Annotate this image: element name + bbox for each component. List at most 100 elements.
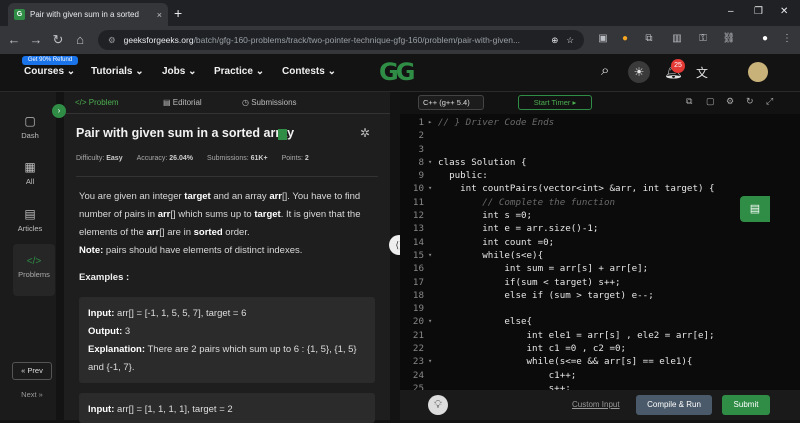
rail-item-all[interactable]: ▦ All bbox=[10, 160, 50, 186]
nav-contests[interactable]: Contests ⌄ bbox=[282, 66, 336, 77]
code-line[interactable]: 21 int ele1 = arr[s] , ele2 = arr[e]; bbox=[404, 329, 800, 342]
fold-arrow-icon[interactable] bbox=[428, 262, 438, 275]
extensions-puzzle-icon[interactable]: ⧉ bbox=[642, 33, 656, 44]
back-icon[interactable]: ← bbox=[6, 32, 22, 47]
tab-problem[interactable]: </> Problem bbox=[75, 98, 119, 107]
rail-item-articles[interactable]: ▤ Articles bbox=[10, 207, 50, 233]
code-line[interactable]: 1 ▸// } Driver Code Ends bbox=[404, 116, 800, 129]
fold-arrow-icon[interactable] bbox=[428, 129, 438, 142]
report-bug-icon[interactable]: ✲ bbox=[360, 126, 370, 140]
nav-tutorials[interactable]: Tutorials ⌄ bbox=[91, 66, 144, 77]
home-icon[interactable]: ⌂ bbox=[72, 32, 88, 47]
fold-arrow-icon[interactable] bbox=[428, 329, 438, 342]
fold-arrow-icon[interactable] bbox=[428, 209, 438, 222]
search-icon[interactable]: ⌕ bbox=[601, 62, 609, 79]
code-line[interactable]: 24 c1++; bbox=[404, 369, 800, 382]
translate-icon[interactable]: 文 bbox=[696, 64, 708, 81]
code-line[interactable]: 18 else if (sum > target) e--; bbox=[404, 289, 800, 302]
fold-arrow-icon[interactable]: ▾ bbox=[428, 249, 438, 262]
tab-close-icon[interactable]: × bbox=[157, 10, 162, 20]
code-line[interactable]: 20 ▾ else{ bbox=[404, 315, 800, 328]
maximize-button[interactable]: ❐ bbox=[754, 6, 763, 17]
code-line[interactable]: 10 ▾ int countPairs(vector<int> &arr, int… bbox=[404, 182, 800, 195]
refresh-icon[interactable]: ↻ bbox=[746, 96, 754, 107]
fold-arrow-icon[interactable]: ▾ bbox=[428, 182, 438, 195]
extension-icon[interactable]: ● bbox=[618, 33, 632, 44]
submit-button[interactable]: Submit bbox=[722, 395, 770, 415]
theme-toggle-icon[interactable]: ☀ bbox=[628, 61, 650, 83]
template-icon[interactable]: ▢ bbox=[706, 96, 715, 107]
sidebar-icon[interactable]: ▥ bbox=[670, 33, 684, 44]
fold-arrow-icon[interactable] bbox=[428, 382, 438, 390]
fold-arrow-icon[interactable] bbox=[428, 302, 438, 315]
new-tab-button[interactable]: + bbox=[174, 5, 182, 21]
copy-icon[interactable]: ⧉ bbox=[686, 96, 692, 107]
code-line[interactable]: 15 ▾ while(s<e){ bbox=[404, 249, 800, 262]
code-area[interactable]: 1 ▸// } Driver Code Ends 2 3 8 ▾ class Solutio… bbox=[404, 116, 800, 390]
fold-arrow-icon[interactable] bbox=[428, 169, 438, 182]
fold-arrow-icon[interactable] bbox=[428, 143, 438, 156]
code-line[interactable]: 16 int sum = arr[s] + arr[e]; bbox=[404, 262, 800, 275]
custom-input-link[interactable]: Custom Input bbox=[572, 400, 620, 409]
hint-bulb-icon[interactable]: 💡︎ bbox=[428, 395, 448, 415]
password-key-icon[interactable]: ⚿ bbox=[696, 33, 710, 44]
browser-tab[interactable]: G Pair with given sum in a sorted × bbox=[8, 3, 168, 26]
reload-icon[interactable]: ↻ bbox=[50, 32, 66, 48]
promo-badge[interactable]: Get 90% Refund bbox=[22, 56, 78, 65]
minimize-button[interactable]: – bbox=[728, 6, 734, 17]
avatar[interactable] bbox=[748, 62, 768, 82]
code-line[interactable]: 9 public: bbox=[404, 169, 800, 182]
nav-jobs[interactable]: Jobs ⌄ bbox=[162, 66, 197, 77]
fold-arrow-icon[interactable] bbox=[428, 276, 438, 289]
code-line[interactable]: 19 bbox=[404, 302, 800, 315]
prev-button[interactable]: « Prev bbox=[12, 362, 52, 380]
language-select[interactable]: C++ (g++ 5.4) bbox=[418, 95, 484, 110]
code-line[interactable]: 25 s++; bbox=[404, 382, 800, 390]
menu-kebab-icon[interactable]: ⋮ bbox=[780, 33, 794, 44]
fold-arrow-icon[interactable] bbox=[428, 222, 438, 235]
next-button[interactable]: Next » bbox=[12, 390, 52, 399]
zoom-icon[interactable]: ⊕ bbox=[551, 35, 558, 46]
fold-arrow-icon[interactable] bbox=[428, 369, 438, 382]
bookmark-icon[interactable] bbox=[278, 129, 287, 140]
nav-courses[interactable]: Courses ⌄ bbox=[24, 66, 75, 77]
rail-item-dash[interactable]: ▢ Dash bbox=[10, 114, 50, 140]
split-divider[interactable] bbox=[390, 92, 400, 420]
code-line[interactable]: 13 int e = arr.size()-1; bbox=[404, 222, 800, 235]
rail-item-problems[interactable]: </> Problems bbox=[13, 244, 55, 296]
fold-arrow-icon[interactable] bbox=[428, 196, 438, 209]
gfg-logo[interactable]: GG bbox=[379, 58, 415, 86]
code-line[interactable]: 14 int count =0; bbox=[404, 236, 800, 249]
close-window-button[interactable]: ✕ bbox=[780, 6, 788, 17]
code-line[interactable]: 17 if(sum < target) s++; bbox=[404, 276, 800, 289]
fullscreen-icon[interactable]: ⤢ bbox=[766, 96, 773, 107]
fold-arrow-icon[interactable]: ▾ bbox=[428, 355, 438, 368]
site-info-icon[interactable]: ⚙ bbox=[108, 35, 116, 46]
profile-icon[interactable]: ● bbox=[758, 33, 772, 44]
code-line[interactable]: 22 int c1 =0 , c2 =0; bbox=[404, 342, 800, 355]
code-line[interactable]: 2 bbox=[404, 129, 800, 142]
link-icon[interactable]: ⛓ bbox=[722, 33, 736, 44]
nav-practice[interactable]: Practice ⌄ bbox=[214, 66, 264, 77]
fold-arrow-icon[interactable] bbox=[428, 289, 438, 302]
chat-icon[interactable]: ▤ bbox=[740, 196, 770, 222]
fold-arrow-icon[interactable] bbox=[428, 342, 438, 355]
address-bar[interactable]: ⚙ geeksforgeeks.org/batch/gfg-160-proble… bbox=[98, 30, 584, 50]
start-timer-button[interactable]: Start Timer ▸ bbox=[518, 95, 592, 110]
expand-arrow-icon[interactable]: › bbox=[52, 104, 66, 118]
tab-editorial[interactable]: ▤ Editorial bbox=[163, 98, 202, 107]
fold-arrow-icon[interactable]: ▾ bbox=[428, 156, 438, 169]
fold-arrow-icon[interactable]: ▾ bbox=[428, 315, 438, 328]
code-line[interactable]: 23 ▾ while(s<=e && arr[s] == ele1){ bbox=[404, 355, 800, 368]
bookmark-star-icon[interactable]: ☆ bbox=[566, 35, 574, 46]
compile-run-button[interactable]: Compile & Run bbox=[636, 395, 712, 415]
line-number: 1 bbox=[418, 117, 424, 128]
tab-submissions[interactable]: ◷ Submissions bbox=[242, 98, 297, 107]
fold-arrow-icon[interactable]: ▸ bbox=[428, 116, 438, 129]
code-line[interactable]: 3 bbox=[404, 143, 800, 156]
forward-icon[interactable]: → bbox=[28, 32, 44, 47]
extension-icon[interactable]: ▣ bbox=[596, 33, 610, 44]
settings-gear-icon[interactable]: ⚙ bbox=[726, 96, 734, 107]
fold-arrow-icon[interactable] bbox=[428, 236, 438, 249]
code-line[interactable]: 8 ▾ class Solution { bbox=[404, 156, 800, 169]
